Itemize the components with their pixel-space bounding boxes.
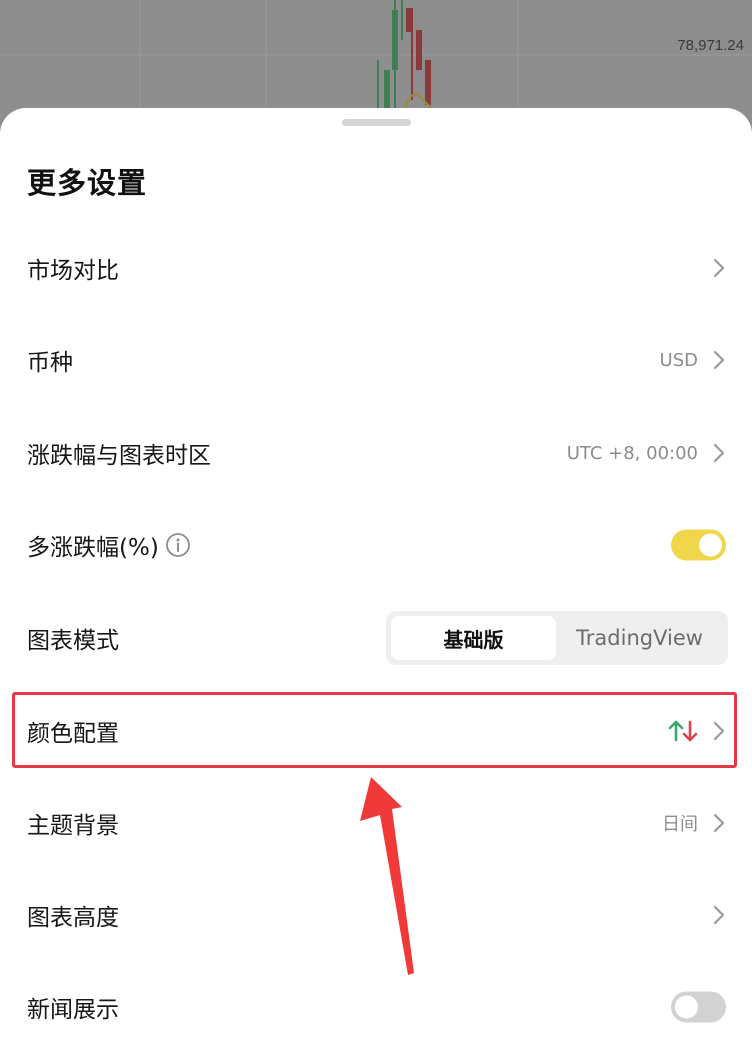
settings-row-chart-mode: 图表模式 基础版 TradingView [0, 598, 752, 678]
row-label: 涨跌幅与图表时区 [27, 443, 211, 469]
chart-mode-segmented-control: 基础版 TradingView [386, 611, 728, 665]
currency-value: USD [659, 349, 698, 371]
chart-mode-option-tradingview[interactable]: TradingView [556, 616, 723, 660]
row-label: 图表模式 [27, 628, 119, 654]
chevron-right-icon [713, 813, 725, 833]
sheet-title: 更多设置 [27, 166, 148, 200]
news-display-toggle[interactable] [671, 991, 726, 1023]
chart-mode-option-basic[interactable]: 基础版 [391, 616, 556, 660]
info-circle-icon[interactable] [165, 532, 191, 558]
toggle-knob [675, 995, 698, 1019]
settings-row-timezone[interactable]: 涨跌幅与图表时区 UTC +8, 00:00 [0, 413, 752, 493]
row-label: 市场对比 [27, 258, 119, 284]
chevron-right-icon [713, 443, 725, 463]
settings-row-market-compare[interactable]: 市场对比 [0, 228, 752, 308]
annotation-highlight-box [12, 692, 737, 768]
multi-change-toggle[interactable] [671, 529, 726, 561]
theme-value: 日间 [662, 814, 698, 835]
sheet-drag-handle[interactable] [342, 119, 411, 126]
row-label: 图表高度 [27, 905, 119, 931]
row-label: 币种 [27, 350, 73, 376]
chevron-right-icon [713, 350, 725, 370]
timezone-value: UTC +8, 00:00 [566, 442, 698, 464]
price-axis-label: 78,971.24 [677, 37, 744, 54]
row-label: 新闻展示 [27, 997, 119, 1023]
settings-row-multi-change: 多涨跌幅(%) [0, 505, 752, 585]
settings-row-currency[interactable]: 币种 USD [0, 320, 752, 400]
annotation-arrow-icon [360, 777, 414, 975]
row-label: 多涨跌幅(%) [27, 535, 159, 561]
chevron-right-icon [713, 905, 725, 925]
row-label: 主题背景 [27, 813, 119, 839]
chevron-right-icon [713, 258, 725, 278]
toggle-knob [699, 533, 722, 557]
